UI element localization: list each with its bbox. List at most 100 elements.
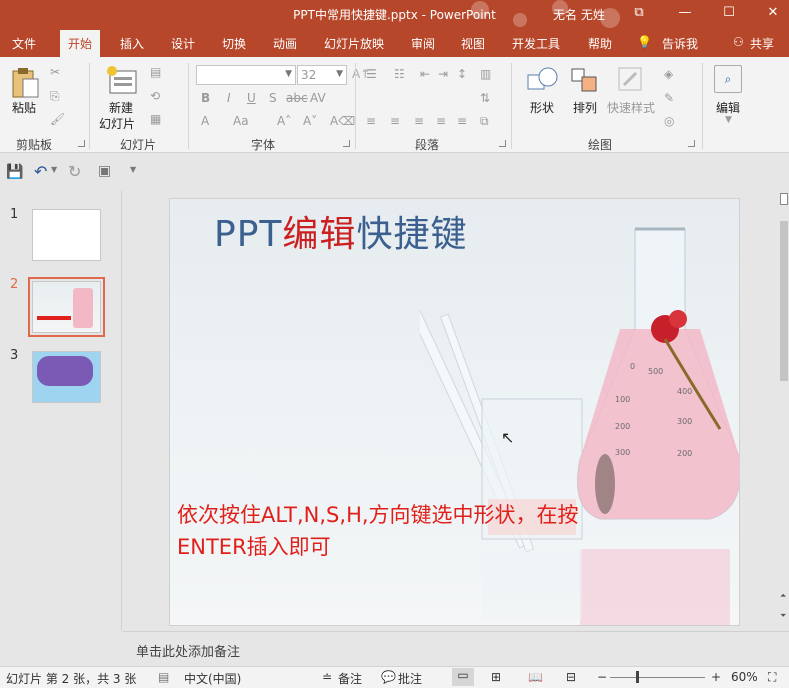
maximize-button[interactable]: ☐	[714, 2, 744, 26]
line-spacing-icon[interactable]: ↕	[457, 67, 467, 81]
paragraph-launcher-icon[interactable]	[499, 140, 506, 147]
quick-styles-button[interactable]: 快速样式	[607, 99, 655, 116]
redo-icon[interactable]: ↻	[68, 162, 81, 181]
paste-icon[interactable]	[10, 65, 40, 99]
current-slide[interactable]: 500 400 300 200 100 200 300 0 PPT编辑快捷键 依…	[169, 198, 740, 626]
copy-icon[interactable]: ⎘	[50, 89, 60, 104]
chevron-down-icon[interactable]: ▼	[51, 165, 57, 174]
tab-view[interactable]: 视图	[461, 35, 485, 52]
slide-thumbnail-2[interactable]	[28, 277, 105, 337]
new-slide-icon[interactable]	[106, 65, 138, 95]
new-slide-label-line2[interactable]: 幻灯片	[99, 115, 135, 132]
undo-icon[interactable]: ↶	[34, 162, 47, 181]
underline-button[interactable]: U	[247, 91, 256, 105]
ribbon-display-options-icon[interactable]: ⧉	[624, 2, 654, 26]
paste-button[interactable]: 粘贴	[12, 99, 36, 116]
zoom-slider-handle[interactable]	[636, 671, 639, 683]
tell-me-box[interactable]: 告诉我	[662, 35, 698, 52]
numbering-icon[interactable]: ☷	[394, 67, 405, 81]
tab-home[interactable]: 开始	[60, 30, 101, 57]
shape-fill-icon[interactable]: ◈	[664, 67, 673, 81]
search-icon[interactable]: ⌕	[714, 65, 742, 93]
align-center-icon[interactable]: ≡	[390, 114, 400, 128]
align-left-icon[interactable]: ≡	[366, 114, 376, 128]
tab-review[interactable]: 审阅	[411, 35, 435, 52]
spellcheck-icon[interactable]: ▤	[158, 670, 169, 684]
format-painter-icon[interactable]: 🖌	[50, 112, 65, 126]
previous-slide-icon[interactable]: ⏶	[780, 591, 788, 601]
chevron-down-icon[interactable]: ▼	[725, 115, 732, 125]
tab-slideshow[interactable]: 幻灯片放映	[324, 35, 384, 52]
bullets-icon[interactable]: ☰	[366, 67, 377, 81]
reset-icon[interactable]: ⟲	[150, 89, 160, 103]
drawing-launcher-icon[interactable]	[688, 140, 695, 147]
shape-outline-icon[interactable]: ✎	[664, 91, 674, 105]
layout-icon[interactable]: ▤	[150, 65, 161, 79]
increase-font-icon[interactable]: A˄	[277, 114, 291, 128]
normal-view-icon[interactable]: ▭	[452, 668, 474, 686]
arrange-button[interactable]: 排列	[573, 99, 597, 116]
italic-button[interactable]: I	[227, 91, 231, 105]
bold-button[interactable]: B	[201, 91, 210, 105]
user-name[interactable]: 无名 无姓	[553, 6, 605, 23]
quick-styles-icon[interactable]	[616, 65, 646, 95]
change-case-button[interactable]: Aa	[233, 114, 249, 128]
text-direction-icon[interactable]: ⇅	[480, 91, 490, 105]
present-from-start-icon[interactable]: ▣	[98, 163, 111, 179]
justify-icon[interactable]: ≡	[436, 114, 446, 128]
vertical-scrollbar[interactable]: ⏶ ⏷	[779, 191, 789, 631]
slide-sorter-icon[interactable]: ⊞	[491, 670, 501, 684]
notes-pane[interactable]: 单击此处添加备注	[123, 631, 789, 666]
zoom-level[interactable]: 60%	[731, 670, 758, 684]
font-launcher-icon[interactable]	[343, 140, 350, 147]
tab-insert[interactable]: 插入	[120, 35, 144, 52]
scroll-up-button[interactable]	[780, 193, 788, 205]
font-color-button[interactable]: A	[201, 114, 209, 128]
customize-qat-icon[interactable]: ▼	[130, 165, 136, 174]
minimize-button[interactable]: —	[670, 2, 700, 26]
slide-thumbnail-3[interactable]	[32, 351, 101, 403]
comments-icon[interactable]: 💬	[381, 670, 396, 684]
tab-help[interactable]: 帮助	[588, 35, 612, 52]
language-indicator[interactable]: 中文(中国)	[184, 670, 241, 687]
arrange-icon[interactable]	[570, 65, 600, 95]
zoom-out-icon[interactable]: −	[597, 670, 607, 684]
tab-file[interactable]: 文件	[12, 35, 36, 52]
shapes-button[interactable]: 形状	[530, 99, 554, 116]
tab-transitions[interactable]: 切换	[222, 35, 246, 52]
tab-developer[interactable]: 开发工具	[512, 35, 560, 52]
new-slide-label-line1[interactable]: 新建	[109, 99, 133, 116]
scrollbar-thumb[interactable]	[780, 221, 788, 381]
next-slide-icon[interactable]: ⏷	[780, 611, 788, 621]
save-icon[interactable]: 💾	[6, 164, 23, 180]
section-icon[interactable]: ▦	[150, 112, 161, 126]
distribute-icon[interactable]: ≡	[457, 114, 467, 128]
editing-button[interactable]: 编辑	[716, 99, 740, 116]
align-right-icon[interactable]: ≡	[414, 114, 424, 128]
slide-body-text[interactable]: 依次按住ALT,N,S,H,方向键选中形状，在按ENTER插入即可	[177, 499, 617, 563]
clipboard-launcher-icon[interactable]	[78, 140, 85, 147]
shapes-icon[interactable]	[526, 65, 560, 95]
increase-indent-icon[interactable]: ⇥	[438, 67, 448, 81]
clear-format-icon[interactable]: A⌫	[330, 114, 355, 128]
smartart-icon[interactable]: ⧉	[480, 114, 489, 129]
slide-title[interactable]: PPT编辑快捷键	[214, 205, 467, 257]
cut-icon[interactable]: ✂	[50, 65, 60, 79]
slide-thumbnail-1[interactable]	[32, 209, 101, 261]
fit-to-window-icon[interactable]: ⛶	[768, 670, 776, 685]
tab-design[interactable]: 设计	[171, 35, 195, 52]
zoom-slider[interactable]	[610, 677, 705, 678]
decrease-font-icon[interactable]: A˅	[303, 114, 317, 128]
strikethrough-button[interactable]: abc	[286, 91, 308, 105]
notes-placeholder[interactable]: 单击此处添加备注	[136, 641, 240, 660]
slideshow-icon[interactable]: ⊟	[566, 670, 576, 684]
close-button[interactable]: ✕	[758, 2, 788, 26]
notes-toggle[interactable]: 备注	[338, 670, 362, 687]
columns-icon[interactable]: ▥	[480, 67, 491, 81]
share-button[interactable]: 共享	[750, 35, 774, 52]
font-name-combo[interactable]: ▼	[196, 65, 296, 85]
decrease-indent-icon[interactable]: ⇤	[420, 67, 430, 81]
reading-view-icon[interactable]: 📖	[528, 670, 543, 684]
shape-effects-icon[interactable]: ◎	[664, 114, 674, 128]
font-size-combo[interactable]: 32 ▼	[297, 65, 347, 85]
